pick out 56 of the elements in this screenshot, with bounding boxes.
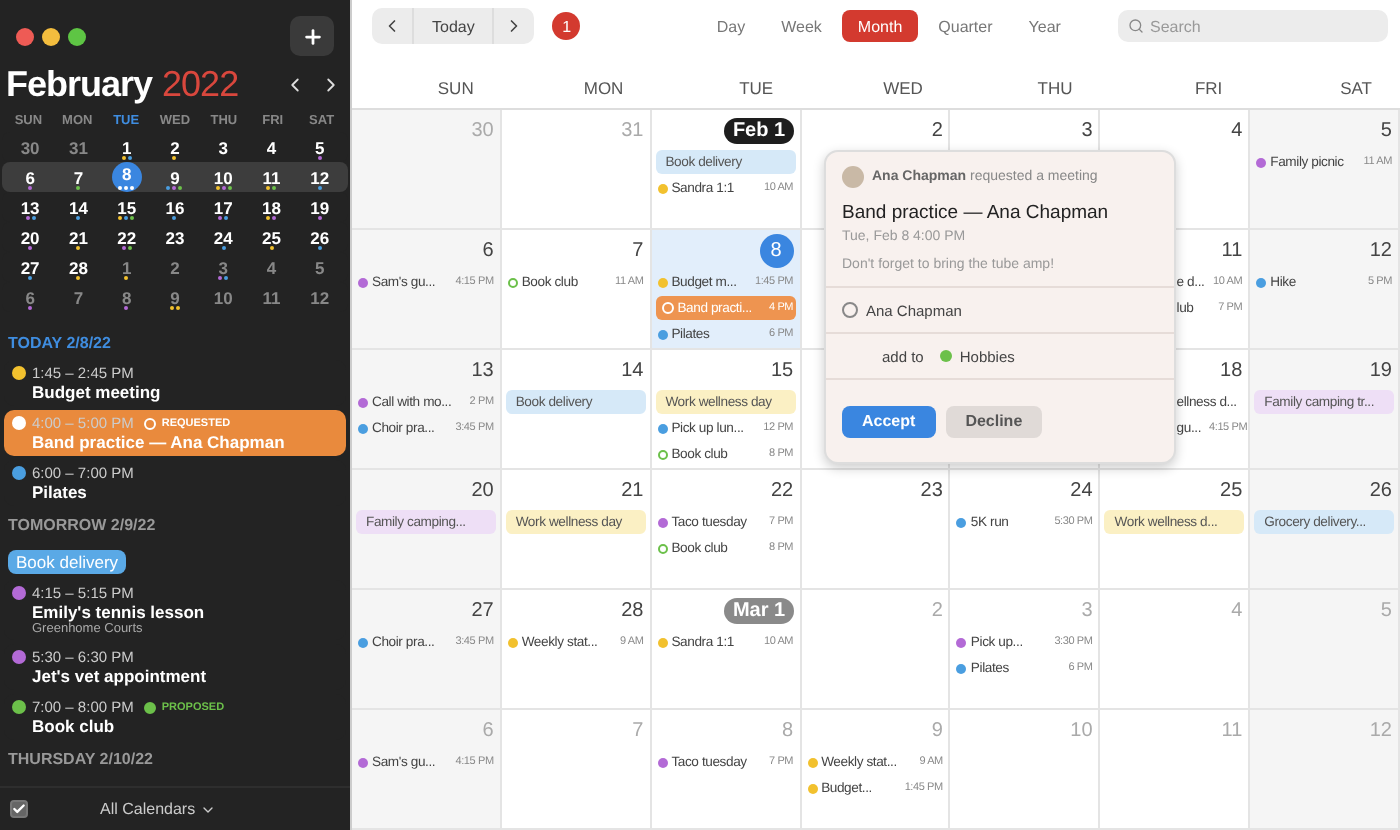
day-number: 5: [1380, 120, 1392, 142]
weekday-header: MON: [581, 78, 626, 102]
day-number: 12: [1369, 240, 1392, 262]
day-number: 11: [1221, 240, 1243, 262]
day-number: 27: [471, 600, 494, 622]
day-number: 20: [471, 480, 494, 502]
day-number: 8: [782, 720, 794, 742]
day-number: 4: [1231, 600, 1243, 622]
day-number: 15: [770, 360, 794, 382]
day-number: 12: [1369, 720, 1392, 742]
weekday-header: THU: [1035, 78, 1075, 102]
day-number: 2: [931, 120, 943, 142]
agenda-heading: TODAY 2/8/22: [6, 332, 113, 356]
day-number: 26: [1369, 480, 1392, 502]
day-number: 18: [1220, 360, 1243, 382]
day-number: 9: [931, 720, 943, 742]
event-title: Book club: [30, 716, 117, 736]
event-title: Emily's tennis lesson: [30, 602, 207, 622]
day-number: 8: [759, 234, 794, 268]
event-title: Band practice — Ana Chapman: [30, 432, 287, 452]
event-title: Jet's vet appointment: [30, 666, 209, 686]
event-title: Pilates: [30, 482, 89, 502]
day-number: 21: [621, 480, 644, 502]
day-number: 3: [1081, 600, 1093, 622]
day-number: 6: [482, 240, 494, 262]
day-number: 31: [621, 120, 644, 142]
weekday-header: SUN: [435, 78, 476, 102]
day-number: 28: [621, 600, 644, 622]
day-number: 2: [931, 600, 943, 622]
day-number: 30: [471, 120, 494, 142]
day-number: 19: [1369, 360, 1392, 382]
day-number: 13: [471, 360, 494, 382]
day-number: 22: [770, 480, 794, 502]
day-number: 6: [482, 720, 494, 742]
year-title: 2022: [162, 63, 239, 105]
day-number: 10: [1070, 720, 1093, 742]
day-number: 7: [632, 720, 644, 742]
weekday-header: TUE: [737, 78, 776, 102]
weekday-header: FRI: [1192, 78, 1225, 102]
agenda-heading: THURSDAY 2/10/22: [6, 748, 155, 772]
day-number: 5: [1380, 600, 1392, 622]
day-number: 14: [621, 360, 644, 382]
day-number: 3: [1081, 120, 1093, 142]
day-number: 7: [632, 240, 644, 262]
day-number: Feb 1: [724, 118, 794, 144]
day-number: 11: [1221, 720, 1243, 742]
day-number: Mar 1: [724, 598, 794, 624]
month-title: February: [6, 63, 153, 105]
weekday-header: WED: [881, 78, 925, 102]
day-number: 25: [1220, 480, 1243, 502]
day-number: 24: [1070, 480, 1093, 502]
day-number: 4: [1231, 120, 1243, 142]
weekday-header: SAT: [1338, 78, 1374, 102]
day-number: 23: [920, 480, 943, 502]
event-title: Budget meeting: [30, 382, 163, 402]
agenda-heading: TOMORROW 2/9/22: [6, 514, 158, 538]
